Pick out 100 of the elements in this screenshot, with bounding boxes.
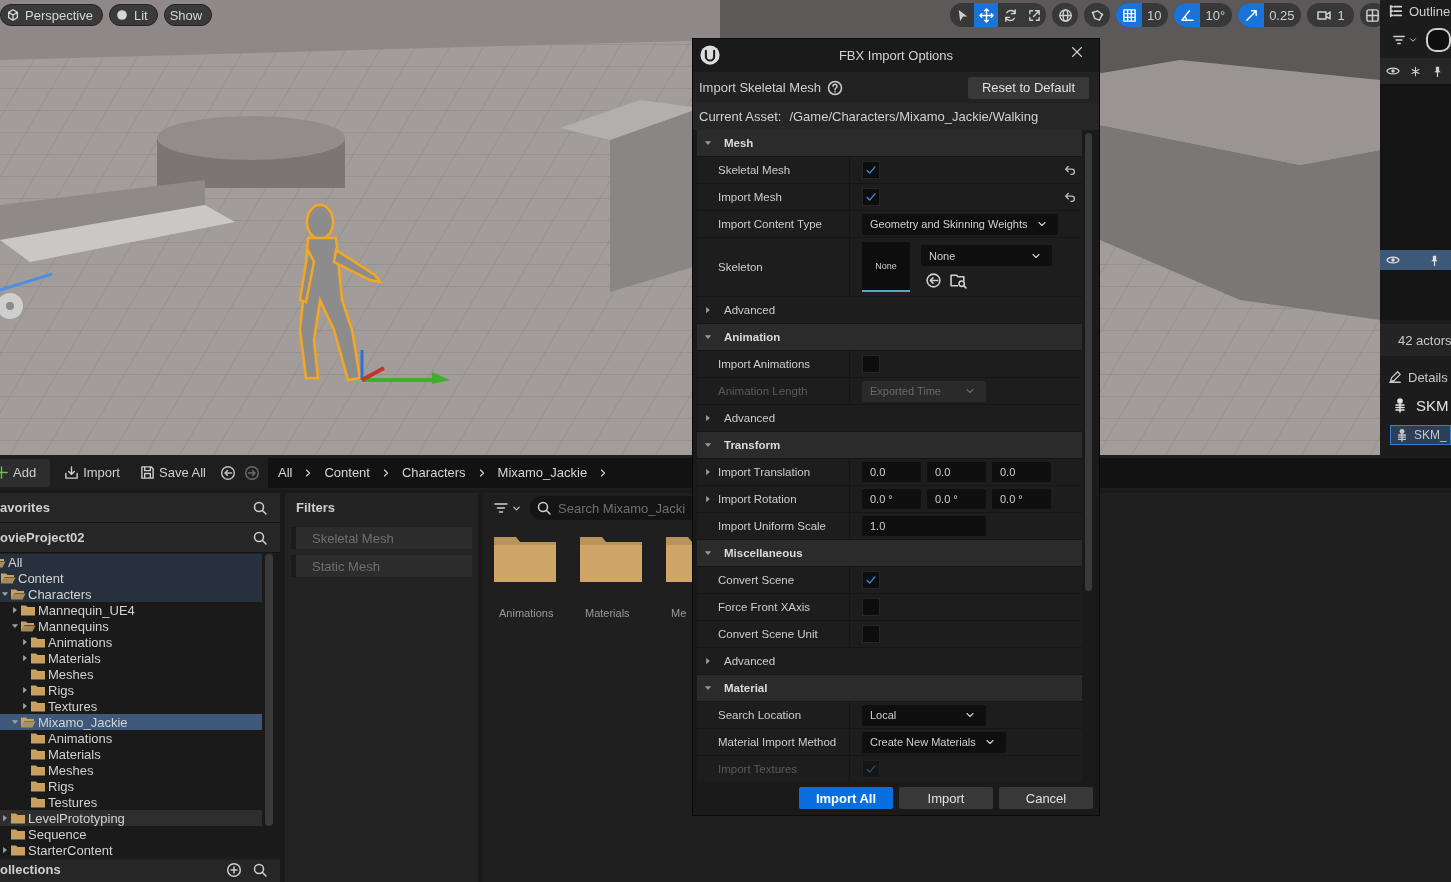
folder-name: Mixamo_Jackie (38, 714, 128, 730)
section-header[interactable]: Animation (697, 324, 1082, 351)
checkbox[interactable] (862, 355, 880, 373)
snap-value-button[interactable]: 10° (1200, 3, 1233, 27)
dropdown[interactable]: None (921, 245, 1052, 266)
grid-snap-toggle[interactable] (1116, 3, 1142, 27)
filter-icon (493, 500, 509, 516)
check-icon (864, 573, 878, 587)
add-icon[interactable] (226, 862, 242, 878)
camera-speed-button[interactable]: 1 (1307, 3, 1354, 27)
sphere-icon (114, 8, 129, 22)
reset-icon[interactable] (1063, 163, 1077, 177)
asset-name: Animations (498, 607, 555, 619)
favorites-header[interactable]: avorites (0, 493, 280, 523)
checkbox[interactable] (862, 188, 880, 206)
tree-item[interactable]: Animations (0, 730, 262, 746)
outliner-tab[interactable]: Outline (1380, 0, 1451, 22)
tree-item[interactable]: Mixamo_Jackie (0, 714, 262, 730)
tree-item[interactable]: Content (0, 570, 262, 586)
dropdown[interactable]: Geometry and Skinning Weights (862, 213, 1058, 235)
tree-item[interactable]: Meshes (0, 666, 262, 682)
search-icon[interactable] (252, 862, 268, 878)
tree-item[interactable]: Mannequin_UE4 (0, 602, 262, 618)
component-row[interactable]: SKM_ (1390, 425, 1451, 445)
add-button[interactable]: Add (0, 458, 51, 487)
number-field[interactable]: 0.0 (862, 462, 921, 482)
breadcrumb-link[interactable]: Characters (401, 465, 466, 480)
use-selected-icon[interactable] (925, 272, 942, 289)
section-header[interactable]: Transform (697, 432, 1082, 459)
dialog-button[interactable]: Import All (799, 787, 893, 809)
tree-item[interactable]: Rigs (0, 778, 262, 794)
panel-title: avorites (0, 500, 50, 515)
search-icon[interactable] (252, 529, 268, 546)
breadcrumb-link[interactable]: All (277, 465, 293, 480)
tree-item[interactable]: Characters (0, 586, 262, 602)
object-name: SKM (1416, 396, 1449, 414)
reset-button[interactable]: Reset to Default (968, 76, 1089, 99)
eye-icon[interactable] (1386, 253, 1400, 267)
section-title: Transform (724, 439, 781, 451)
section-header[interactable]: Miscellaneous (697, 540, 1082, 567)
checkbox[interactable] (862, 161, 880, 179)
number-field[interactable]: 1.0 (862, 516, 986, 536)
angle-snap-toggle[interactable] (1174, 3, 1201, 27)
snap-value-button[interactable]: 10 (1142, 3, 1169, 27)
dropdown[interactable]: Local (862, 704, 986, 726)
import-button[interactable]: Import (58, 458, 126, 487)
dialog-button[interactable]: Import (899, 787, 993, 809)
breadcrumb-link[interactable]: Content (324, 465, 370, 480)
scrollbar[interactable] (1085, 133, 1092, 591)
asterisk-icon (1410, 65, 1421, 77)
save-all-button[interactable]: Save All (134, 458, 212, 487)
filter-button[interactable] (1392, 33, 1418, 47)
close-icon[interactable] (1070, 45, 1084, 59)
tree-item[interactable]: Materials (0, 746, 262, 762)
tree-item[interactable]: All (0, 554, 262, 570)
back-button[interactable] (219, 464, 236, 481)
number-field[interactable]: 0.0 ° (992, 489, 1051, 509)
breadcrumb-link[interactable]: Mixamo_Jackie (497, 465, 588, 480)
collections-header[interactable]: ollections (0, 860, 280, 882)
asset-thumbnail[interactable]: None (862, 242, 910, 292)
project-header[interactable]: ovieProject02 (0, 523, 280, 553)
outliner-row[interactable] (1380, 250, 1451, 270)
reset-icon[interactable] (1063, 190, 1077, 204)
dialog-button[interactable]: Cancel (999, 787, 1093, 809)
details-tab[interactable]: Details (1380, 366, 1451, 388)
help-icon[interactable] (827, 79, 844, 96)
dropdown[interactable]: Create New Materials (862, 731, 1006, 753)
folder-name: Animations (48, 634, 113, 650)
scrollbar[interactable] (265, 554, 273, 826)
asset-name: Materials (584, 607, 631, 619)
tree-item[interactable]: Rigs (0, 682, 262, 698)
viewport-menu-button[interactable]: Perspective (0, 4, 103, 26)
number-field[interactable]: 0.0 ° (927, 489, 986, 509)
scale-snap-toggle[interactable] (1238, 3, 1265, 27)
tree-item[interactable]: Testures (0, 794, 262, 810)
tree-item[interactable]: Meshes (0, 762, 262, 778)
number-field[interactable]: 0.0 ° (862, 489, 921, 509)
snap-value-button[interactable]: 0.25 (1264, 3, 1302, 27)
number-field[interactable]: 0.0 (992, 462, 1051, 482)
number-field[interactable]: 0.0 (927, 462, 986, 482)
search-field[interactable] (1426, 28, 1451, 52)
forward-button[interactable] (243, 464, 260, 481)
tree-item[interactable]: Animations (0, 634, 262, 650)
property-label: Animation Length (718, 385, 808, 397)
move-tool-button[interactable] (974, 3, 998, 27)
checkbox[interactable] (862, 598, 880, 616)
checkbox[interactable] (862, 625, 880, 643)
tree-item[interactable]: Mannequins (0, 618, 262, 634)
tree-item[interactable]: Sequence (0, 826, 262, 842)
move-icon (978, 7, 994, 23)
tree-item[interactable]: Textures (0, 698, 262, 714)
section-header[interactable]: Material (697, 675, 1082, 702)
search-icon[interactable] (252, 499, 268, 516)
tree-item[interactable]: LevelPrototyping (0, 810, 262, 826)
tree-item[interactable]: StarterContent (0, 842, 262, 858)
tree-item[interactable]: Materials (0, 650, 262, 666)
section-header[interactable]: Mesh (697, 130, 1082, 157)
browse-folder-icon[interactable] (950, 272, 967, 289)
filter-button[interactable] (493, 500, 522, 516)
checkbox[interactable] (862, 571, 880, 589)
